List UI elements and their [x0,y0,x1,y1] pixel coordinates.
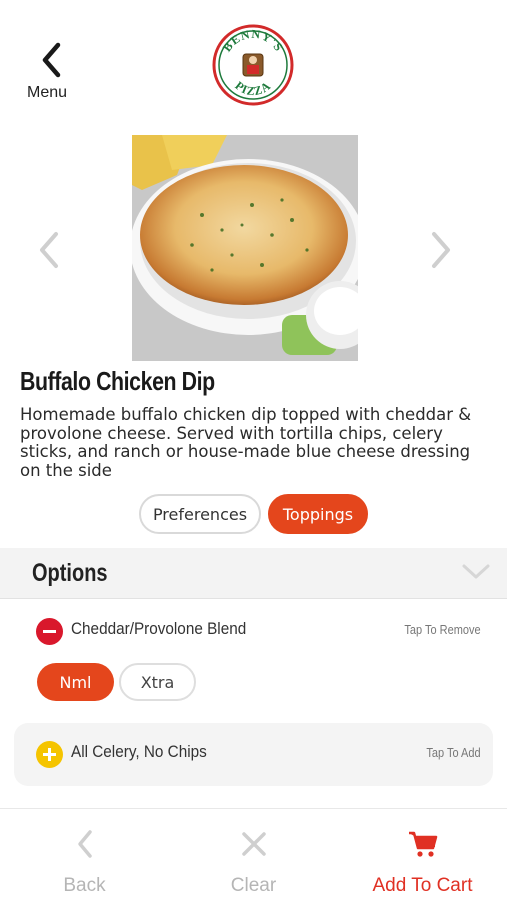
header: Menu BENNY'S PIZZA [0,0,507,120]
add-to-cart-button[interactable]: Add To Cart [338,809,507,900]
options-section-header[interactable]: Options [0,548,507,599]
chevron-left-icon [77,830,92,858]
back-button[interactable]: Back [0,809,169,900]
back-label: Back [63,875,106,896]
chevron-down-icon[interactable] [461,562,491,582]
bennys-pizza-logo: BENNY'S PIZZA [212,24,294,106]
amount-extra-button[interactable]: Xtra [119,663,196,701]
item-title: Buffalo Chicken Dip [20,366,215,396]
option-name: All Celery, No Chips [71,742,207,761]
carousel-prev-button[interactable] [34,230,64,270]
bottom-toolbar: Back Clear Add To Cart [0,808,507,900]
amount-selector: Nml Xtra [37,663,196,701]
minus-icon[interactable] [36,618,63,645]
option-row-all-celery[interactable]: All Celery, No Chips Tap To Add [0,724,507,784]
clear-button[interactable]: Clear [169,809,338,900]
chevron-right-icon [432,232,450,268]
shopping-cart-icon [408,831,437,857]
item-photo [132,135,358,361]
option-name: Cheddar/Provolone Blend [71,619,247,638]
amount-normal-button[interactable]: Nml [37,663,114,701]
tap-to-remove-hint[interactable]: Tap To Remove [405,623,481,637]
tab-toppings[interactable]: Toppings [268,494,368,534]
plus-icon[interactable] [36,741,63,768]
close-icon [241,832,266,856]
option-row-cheddar-provolone[interactable]: Cheddar/Provolone Blend Tap To Remove [0,601,507,661]
back-to-menu-button[interactable]: Menu [22,38,82,104]
back-menu-label: Menu [27,84,68,101]
add-to-cart-label: Add To Cart [372,875,473,896]
tap-to-add-hint[interactable]: Tap To Add [427,746,481,760]
image-carousel [0,135,507,361]
chevron-left-icon [40,232,58,268]
carousel-next-button[interactable] [426,230,456,270]
tab-preferences[interactable]: Preferences [139,494,261,534]
clear-label: Clear [230,875,277,896]
options-title: Options [32,559,108,587]
option-tabs: Preferences Toppings [139,494,368,534]
chevron-left-icon [42,42,61,78]
item-description: Homemade buffalo chicken dip topped with… [20,405,472,480]
